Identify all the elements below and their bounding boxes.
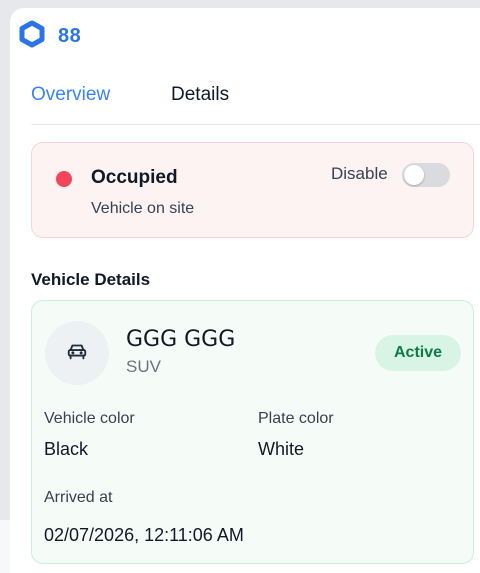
arrived-at-label: Arrived at [44, 489, 113, 506]
disable-toggle[interactable] [402, 163, 450, 187]
tab-bar: Overview Details [31, 84, 480, 125]
vehicle-details-heading: Vehicle Details [31, 270, 151, 289]
vehicle-type: SUV [126, 357, 161, 376]
plate-color-value: White [258, 439, 305, 459]
record-id: 88 [58, 25, 82, 47]
toggle-knob [404, 165, 424, 185]
vehicle-card: GGG GGG SUV Active Vehicle color Black P… [31, 300, 474, 564]
vehicle-color-label: Vehicle color [44, 410, 135, 427]
plate-color-label: Plate color [258, 410, 334, 427]
status-card: Occupied Vehicle on site Disable [31, 142, 474, 238]
status-title: Occupied [91, 167, 178, 188]
vehicle-avatar [45, 321, 109, 385]
disable-label: Disable [331, 164, 388, 183]
status-dot [56, 171, 72, 187]
background-strip [0, 520, 10, 573]
status-badge: Active [375, 335, 461, 371]
panel-header: 88 [18, 20, 81, 53]
tab-overview[interactable]: Overview [31, 84, 110, 106]
tab-details[interactable]: Details [171, 84, 229, 106]
hexagon-logo-icon [18, 20, 46, 53]
detail-panel: 88 Overview Details Occupied Vehicle on … [10, 8, 480, 573]
plate-number: GGG GGG [126, 327, 236, 352]
vehicle-color-value: Black [44, 439, 89, 459]
arrived-at-value: 02/07/2026, 12:11:06 AM [44, 525, 244, 545]
car-icon [66, 340, 88, 367]
status-subtitle: Vehicle on site [91, 200, 195, 217]
